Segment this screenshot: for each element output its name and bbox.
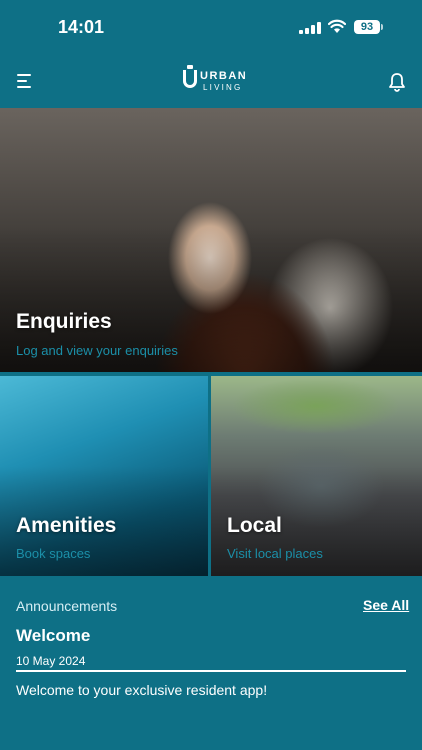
announcement-divider	[16, 670, 406, 672]
enquiries-title: Enquiries	[16, 310, 112, 333]
local-tile[interactable]: Local Visit local places	[211, 376, 422, 576]
announcements-section: Announcements See All Welcome 10 May 202…	[0, 580, 422, 750]
logo-text-bottom: LIVING	[203, 83, 243, 92]
status-time: 14:01	[58, 17, 105, 37]
enquiries-subtitle: Log and view your enquiries	[16, 343, 178, 358]
wifi-icon	[328, 19, 346, 33]
local-subtitle: Visit local places	[227, 546, 323, 561]
logo-mark-u	[183, 70, 197, 88]
urban-living-logo: URBAN LIVING	[183, 65, 246, 98]
status-bar: 14:01 93	[0, 0, 422, 58]
announcements-heading: Announcements	[16, 598, 118, 614]
announcement-title[interactable]: Welcome	[16, 626, 90, 646]
see-all-link[interactable]: See All	[363, 597, 409, 613]
menu-icon[interactable]	[17, 73, 33, 89]
amenities-title: Amenities	[16, 514, 117, 537]
amenities-tile[interactable]: Amenities Book spaces	[0, 376, 208, 576]
local-title: Local	[227, 514, 282, 537]
battery-indicator: 93	[354, 20, 380, 34]
logo-mark-accent	[187, 65, 193, 69]
notifications-bell-icon[interactable]	[388, 72, 406, 92]
logo-text-top: URBAN	[200, 70, 248, 82]
amenities-subtitle: Book spaces	[16, 546, 91, 561]
announcement-body: Welcome to your exclusive resident app!	[16, 682, 268, 698]
app-header: URBAN LIVING	[0, 58, 422, 108]
announcement-date: 10 May 2024	[16, 654, 86, 668]
cellular-signal-icon	[299, 22, 321, 34]
enquiries-tile[interactable]: Enquiries Log and view your enquiries	[0, 108, 422, 372]
battery-cap	[381, 24, 383, 30]
